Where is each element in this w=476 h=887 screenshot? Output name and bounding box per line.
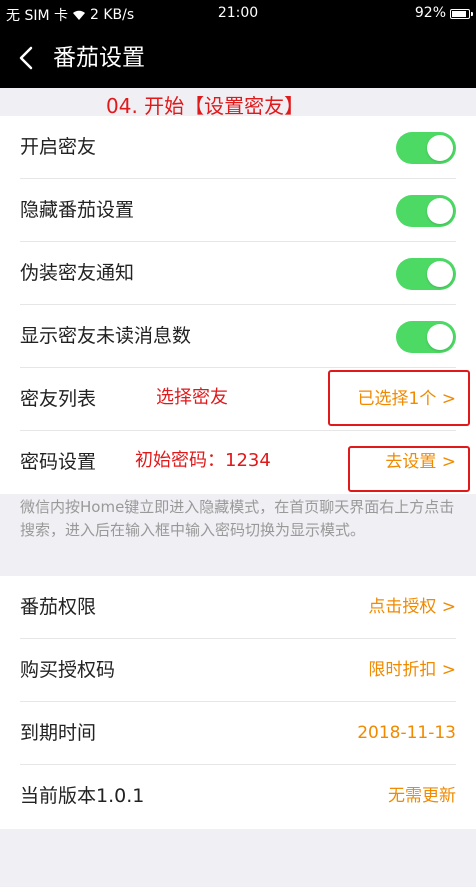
buy-license-label: 购买授权码 [20, 659, 116, 681]
setting-label: 开启密友 [20, 136, 97, 158]
select-friends-annotation: 选择密友 [156, 387, 228, 408]
license-group: 番茄权限 点击授权 > 购买授权码 限时折扣 > 到期时间 2018-11-13… [0, 576, 476, 829]
version-value: 无需更新 [388, 786, 456, 806]
expiry-value: 2018-11-13 [357, 723, 456, 743]
setting-label: 伪装密友通知 [20, 262, 135, 284]
setting-row-disguise-notification: 伪装密友通知 [0, 242, 476, 305]
setting-row-enable-friends: 开启密友 [0, 116, 476, 179]
expiry-row: 到期时间 2018-11-13 [0, 702, 476, 765]
buy-license-value[interactable]: 限时折扣 > [368, 639, 456, 702]
permission-value[interactable]: 点击授权 > [368, 576, 456, 639]
setting-row-hide-settings: 隐藏番茄设置 [0, 179, 476, 242]
friend-list-highlight-box [328, 370, 470, 426]
hint-text: 微信内按Home键立即进入隐藏模式，在首页聊天界面右上方点击搜索，进入后在输入框… [20, 498, 455, 539]
password-label: 密码设置 [20, 451, 97, 473]
hide-settings-toggle[interactable] [396, 195, 456, 227]
clock: 21:00 [217, 5, 259, 21]
back-arrow-icon[interactable] [14, 42, 38, 74]
permission-row[interactable]: 番茄权限 点击授权 > [0, 576, 476, 639]
battery-percent: 92% [414, 5, 446, 21]
password-highlight-box [348, 446, 470, 492]
permission-label: 番茄权限 [20, 596, 97, 618]
expiry-label: 到期时间 [20, 722, 97, 744]
version-label: 当前版本1.0.1 [20, 785, 145, 807]
friend-list-label: 密友列表 [20, 388, 97, 410]
page-title: 番茄设置 [53, 45, 145, 71]
buy-license-row[interactable]: 购买授权码 限时折扣 > [0, 639, 476, 702]
status-bar: 无 SIM 卡 2 KB/s 21:00 92% [0, 0, 476, 28]
setting-label: 隐藏番茄设置 [20, 199, 135, 221]
version-row[interactable]: 当前版本1.0.1 无需更新 [0, 765, 476, 828]
title-bar: 番茄设置 [0, 28, 476, 88]
enable-friends-toggle[interactable] [396, 132, 456, 164]
initial-password-annotation: 初始密码：1234 [135, 450, 271, 471]
unread-count-toggle[interactable] [396, 321, 456, 353]
setting-row-unread-count: 显示密友未读消息数 [0, 305, 476, 368]
setting-label: 显示密友未读消息数 [20, 325, 192, 347]
privacy-settings-group: 开启密友 隐藏番茄设置 伪装密友通知 显示密友未读消息数 密友列表 选择密友 已… [0, 116, 476, 494]
disguise-notification-toggle[interactable] [396, 258, 456, 290]
battery-icon [450, 8, 473, 19]
